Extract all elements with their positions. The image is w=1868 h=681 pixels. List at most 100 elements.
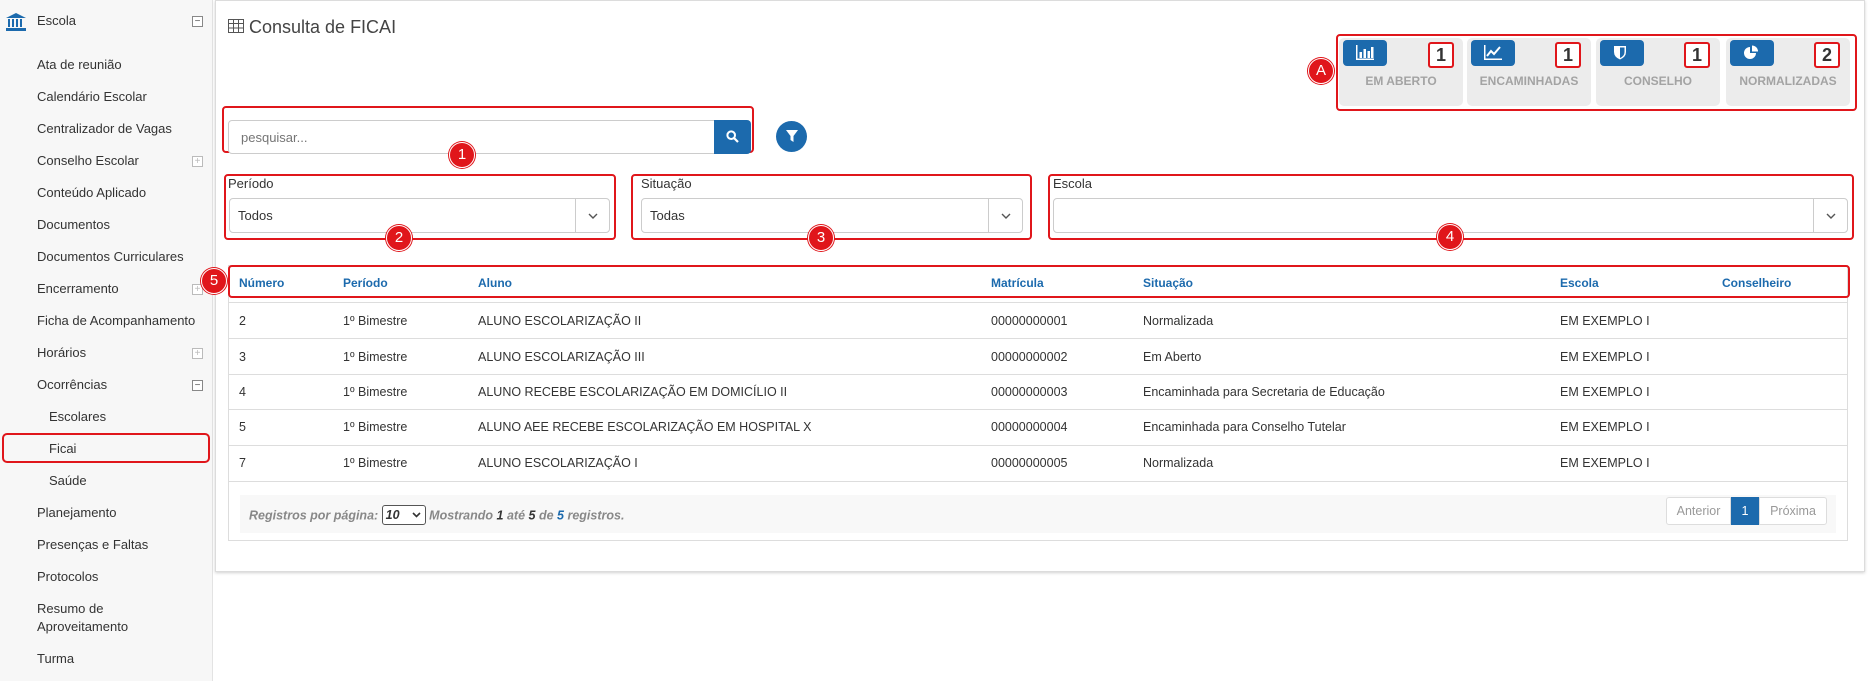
callout-2: 2 [386, 225, 412, 251]
situacao-label: Situação [641, 176, 692, 191]
stat-label: CONSELHO [1623, 74, 1692, 88]
filter-button[interactable] [776, 121, 807, 152]
cell-situacao: Em Aberto [1143, 350, 1202, 364]
cell-situacao: Encaminhada para Conselho Tutelar [1143, 420, 1346, 434]
sidebar-item-label: Ocorrências [37, 377, 108, 392]
cell-matricula: 00000000002 [991, 350, 1068, 364]
column-header-periodo[interactable]: Período [343, 276, 388, 290]
sidebar-item-label: Horários [37, 345, 87, 360]
table-row[interactable]: 2 1º Bimestre ALUNO ESCOLARIZAÇÃO II 000… [229, 302, 1847, 338]
cell-aluno: ALUNO ESCOLARIZAÇÃO II [478, 314, 642, 328]
cell-periodo: 1º Bimestre [343, 385, 408, 399]
sidebar-item-label: Presenças e Faltas [37, 537, 149, 552]
cell-periodo: 1º Bimestre [343, 420, 408, 434]
table-divider [229, 481, 1847, 482]
cell-numero: 3 [239, 350, 246, 364]
showing-from: 1 [496, 508, 504, 523]
shield-icon [1600, 40, 1644, 66]
sidebar-item-label: Escolares [49, 409, 107, 424]
showing-total: 5 [557, 508, 564, 523]
cell-numero: 5 [239, 420, 246, 434]
collapse-icon[interactable]: − [192, 16, 203, 27]
collapse-icon[interactable]: − [192, 380, 203, 391]
callout-a: A [1308, 58, 1334, 84]
pagination-next[interactable]: Próxima [1759, 497, 1827, 525]
cell-matricula: 00000000001 [991, 314, 1068, 328]
cell-aluno: ALUNO ESCOLARIZAÇÃO I [478, 456, 638, 470]
chevron-down-icon [988, 199, 1022, 232]
filter-icon [786, 130, 798, 142]
callout-5: 5 [201, 268, 227, 294]
chevron-down-icon [1813, 199, 1847, 232]
stat-card-conselho[interactable]: 1 CONSELHO [1596, 38, 1720, 106]
column-header-matricula[interactable]: Matrícula [991, 276, 1044, 290]
callout-4: 4 [1437, 224, 1463, 250]
sidebar-item-label: Resumo de [37, 601, 104, 616]
sidebar-item-label: Documentos Curriculares [37, 249, 184, 264]
table-row[interactable]: 3 1º Bimestre ALUNO ESCOLARIZAÇÃO III 00… [229, 338, 1847, 374]
cell-escola: EM EXEMPLO I [1560, 456, 1650, 470]
expand-icon[interactable]: + [192, 156, 203, 167]
of-word: de [538, 508, 554, 523]
sidebar-item-label: Centralizador de Vagas [37, 121, 172, 136]
pagination-prev[interactable]: Anterior [1666, 497, 1731, 525]
stat-count: 1 [1555, 42, 1581, 68]
table-row[interactable]: 5 1º Bimestre ALUNO AEE RECEBE ESCOLARIZ… [229, 409, 1847, 445]
showing-to: 5 [528, 508, 536, 523]
cell-escola: EM EXEMPLO I [1560, 314, 1650, 328]
sidebar-item-label: Planejamento [37, 505, 117, 520]
pagination-page-1[interactable]: 1 [1731, 497, 1759, 525]
callout-3: 3 [808, 225, 834, 251]
stat-card-em-aberto[interactable]: 1 EM ABERTO [1339, 38, 1463, 106]
column-header-conselheiro[interactable]: Conselheiro [1722, 276, 1791, 290]
page-title: Consulta de FICAI [249, 17, 397, 37]
column-header-aluno[interactable]: Aluno [478, 276, 512, 290]
sidebar-item-label: Conteúdo Aplicado [37, 185, 147, 200]
cell-aluno: ALUNO AEE RECEBE ESCOLARIZAÇÃO EM HOSPIT… [478, 420, 812, 434]
stat-count: 1 [1684, 42, 1710, 68]
table-row[interactable]: 4 1º Bimestre ALUNO RECEBE ESCOLARIZAÇÃO… [229, 374, 1847, 410]
sidebar-item-label: Documentos [37, 217, 110, 232]
stat-count: 2 [1814, 42, 1840, 68]
search-icon [726, 130, 739, 143]
sidebar-item-label: Ata de reunião [37, 57, 122, 72]
table-icon [228, 19, 244, 33]
stat-card-normalizadas[interactable]: 2 NORMALIZADAS [1726, 38, 1850, 106]
cell-situacao: Normalizada [1143, 314, 1214, 328]
cell-escola: EM EXEMPLO I [1560, 420, 1650, 434]
sidebar-highlight [2, 433, 210, 463]
per-page-select[interactable]: 10 [381, 505, 426, 525]
table-row[interactable]: 7 1º Bimestre ALUNO ESCOLARIZAÇÃO I 0000… [229, 445, 1847, 481]
cell-matricula: 00000000004 [991, 420, 1068, 434]
column-header-escola[interactable]: Escola [1560, 276, 1599, 290]
periodo-value: Todos [238, 208, 273, 223]
sidebar-item-label: Calendário Escolar [37, 89, 147, 104]
sidebar-section-title: Escola [37, 13, 77, 28]
cell-numero: 2 [239, 314, 246, 328]
bank-icon [6, 13, 26, 31]
bar-chart-icon [1343, 40, 1387, 66]
stat-card-encaminhadas[interactable]: 1 ENCAMINHADAS [1467, 38, 1591, 106]
periodo-select[interactable]: Todos [229, 198, 610, 233]
sidebar-item-label: Saúde [49, 473, 87, 488]
cell-aluno: ALUNO ESCOLARIZAÇÃO III [478, 350, 645, 364]
sidebar-item-label: Ficai [49, 441, 77, 456]
stat-label: NORMALIZADAS [1739, 74, 1837, 88]
search-button[interactable] [714, 120, 751, 154]
records-info: Registros por página: 10 Mostrando 1 até… [249, 505, 624, 526]
pie-chart-icon [1730, 40, 1774, 66]
sidebar-item-resumo-de-aproveitamento[interactable]: Resumo de Aproveitamento [0, 601, 213, 635]
per-page-label: Registros por página: [249, 508, 379, 523]
cell-escola: EM EXEMPLO I [1560, 350, 1650, 364]
cell-matricula: 00000000003 [991, 385, 1068, 399]
sidebar-item-label: Protocolos [37, 569, 99, 584]
sidebar-item-label: Aproveitamento [37, 619, 129, 634]
chevron-down-icon [412, 512, 421, 518]
expand-icon[interactable]: + [192, 348, 203, 359]
stat-label: ENCAMINHADAS [1479, 74, 1579, 88]
situacao-select[interactable]: Todas [641, 198, 1023, 233]
cell-numero: 7 [239, 456, 246, 470]
cell-periodo: 1º Bimestre [343, 314, 408, 328]
column-header-numero[interactable]: Número [239, 276, 284, 290]
column-header-situacao[interactable]: Situação [1143, 276, 1193, 290]
